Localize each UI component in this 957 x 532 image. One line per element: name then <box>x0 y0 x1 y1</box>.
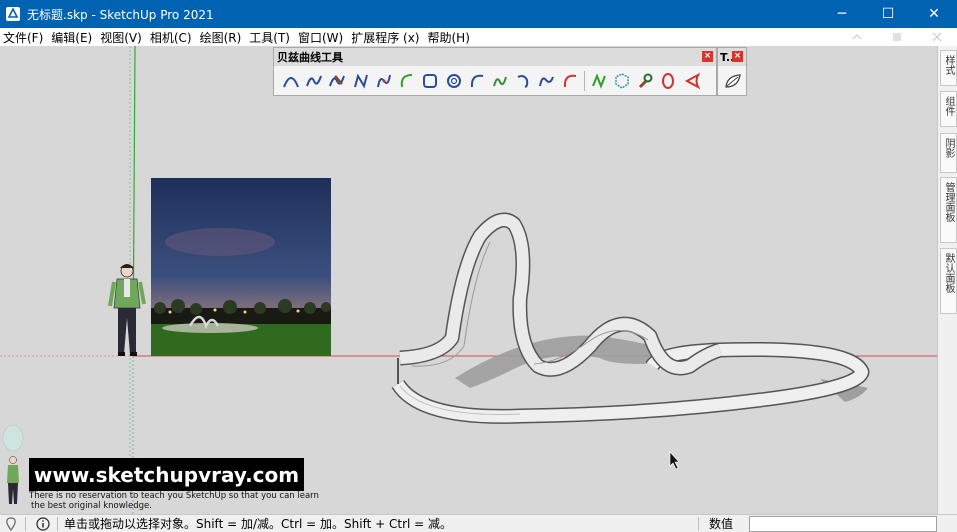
status-separator <box>25 516 26 531</box>
reference-image[interactable] <box>151 178 331 356</box>
watermark-tagline: There is no reservation to teach you Ske… <box>29 491 329 511</box>
menu-draw[interactable]: 绘图(R) <box>197 29 247 46</box>
menu-tools[interactable]: 工具(T) <box>246 29 295 46</box>
curve-wave-tool-icon[interactable] <box>535 70 558 92</box>
menu-camera[interactable]: 相机(C) <box>147 29 197 46</box>
tray-tab-default[interactable]: 默认面板 <box>940 248 957 314</box>
menu-view[interactable]: 视图(V) <box>97 29 147 46</box>
tray-tab-components[interactable]: 组件 <box>940 91 957 127</box>
status-separator <box>698 516 699 531</box>
spline-tool-icon[interactable] <box>372 70 395 92</box>
rectangle-tool-icon[interactable] <box>419 70 442 92</box>
freehand-tool-icon[interactable] <box>489 70 512 92</box>
menu-help[interactable]: 帮助(H) <box>424 29 474 46</box>
toolbar-title-bar[interactable]: 贝兹曲线工具 × <box>274 48 716 66</box>
bezier-arch-tool-icon[interactable] <box>279 70 302 92</box>
close-window-button[interactable]: ✕ <box>911 0 957 28</box>
toolbar-close-button[interactable]: × <box>702 51 713 62</box>
measurements-input[interactable] <box>749 515 937 532</box>
status-message: 单击或拖动以选择对象。Shift = 加/减。Ctrl = 加。Shift + … <box>64 517 453 531</box>
toolbar-tools <box>274 66 716 95</box>
window-title: 无标题.skp - SketchUp Pro 2021 <box>27 7 214 22</box>
sculpture-model[interactable] <box>391 212 870 424</box>
scale-figure-person[interactable] <box>108 264 146 356</box>
bezier-edit-tool-icon[interactable] <box>326 70 349 92</box>
toolbar-title: 贝兹曲线工具 <box>277 51 343 64</box>
minimize-button[interactable]: ─ <box>819 0 865 28</box>
menu-bar: 文件(F) 编辑(E) 视图(V) 相机(C) 绘图(R) 工具(T) 窗口(W… <box>0 28 957 46</box>
menu-edit[interactable]: 编辑(E) <box>48 29 97 46</box>
default-tray: 样式 组件 阴影 管理面板 默认面板 <box>937 46 957 514</box>
secondary-toolbar[interactable]: T.. × <box>717 47 747 96</box>
title-bar: 无标题.skp - SketchUp Pro 2021 ─ ☐ ✕ <box>0 0 957 28</box>
polygon-tool-icon[interactable] <box>610 70 633 92</box>
arc-blue-tool-icon[interactable] <box>465 70 488 92</box>
instructor-figure-icon <box>2 424 24 504</box>
watermark-url-banner: www.sketchupvray.com <box>29 458 304 491</box>
secondary-toolbar-title-bar[interactable]: T.. × <box>718 48 746 66</box>
secondary-toolbar-tools <box>718 66 746 95</box>
watermark-tagline-line2: the best original knowledge. <box>31 501 152 511</box>
menu-window[interactable]: 窗口(W) <box>295 29 348 46</box>
toolbar-separator <box>583 70 585 91</box>
geo-location-icon[interactable] <box>3 516 19 532</box>
mouse-cursor-icon <box>669 451 680 470</box>
status-separator <box>57 516 58 531</box>
maximize-button[interactable]: ☐ <box>865 0 911 28</box>
menu-extensions[interactable]: 扩展程序 (x) <box>348 29 424 46</box>
sector-tool-icon[interactable] <box>680 70 703 92</box>
polyline-tool-icon[interactable] <box>349 70 372 92</box>
watermark-tagline-line1: There is no reservation to teach you Ske… <box>29 491 319 501</box>
status-bar: 单击或拖动以选择对象。Shift = 加/减。Ctrl = 加。Shift + … <box>0 514 957 532</box>
tray-tab-shadows[interactable]: 阴影 <box>940 133 957 173</box>
leaf-curve-tool-icon[interactable] <box>721 70 744 92</box>
modeling-viewport[interactable] <box>0 46 937 514</box>
bezier-s-curve-tool-icon[interactable] <box>302 70 325 92</box>
hook-curve-tool-icon[interactable] <box>512 70 535 92</box>
ellipse-tool-icon[interactable] <box>657 70 680 92</box>
panel-max-icon[interactable] <box>877 28 917 46</box>
tray-tab-styles[interactable]: 样式 <box>940 50 957 86</box>
secondary-toolbar-close-button[interactable]: × <box>732 51 743 62</box>
arc-green-tool-icon[interactable] <box>395 70 418 92</box>
sketchup-app-icon <box>6 7 20 21</box>
instructor-info-icon[interactable] <box>35 516 51 532</box>
restore-down-icon[interactable] <box>837 28 877 46</box>
scene-canvas[interactable] <box>0 46 937 514</box>
menu-file[interactable]: 文件(F) <box>0 29 48 46</box>
circle-tool-icon[interactable] <box>442 70 465 92</box>
panel-close-icon[interactable] <box>917 28 957 46</box>
polyline-green-tool-icon[interactable] <box>587 70 610 92</box>
menu-right-controls <box>837 28 957 46</box>
measurements-label: 数值 <box>709 517 734 531</box>
arc-red-tool-icon[interactable] <box>559 70 582 92</box>
bezier-curve-toolbar[interactable]: 贝兹曲线工具 × <box>273 47 717 96</box>
tray-tab-manage[interactable]: 管理面板 <box>940 177 957 243</box>
wrench-settings-icon[interactable] <box>633 70 656 92</box>
